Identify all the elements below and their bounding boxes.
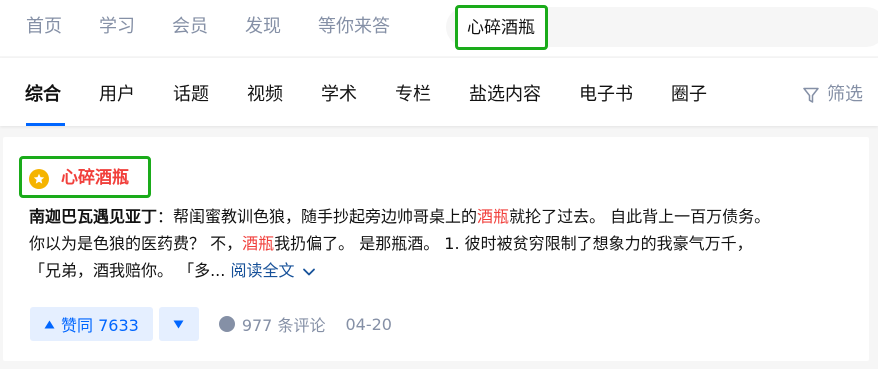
tab-salt-content[interactable]: 盐选内容 — [469, 83, 541, 107]
filter-label: 筛选 — [827, 84, 863, 105]
triangle-down-icon — [173, 320, 184, 328]
keyword-highlight: 酒瓶 — [242, 234, 275, 253]
topnav-vip[interactable]: 会员 — [172, 15, 208, 39]
topnav-discover[interactable]: 发现 — [245, 15, 281, 39]
tab-columns[interactable]: 专栏 — [395, 83, 431, 107]
tab-academic[interactable]: 学术 — [321, 83, 357, 107]
filter-button[interactable]: 筛选 — [803, 83, 863, 107]
search-result-card: 心碎酒瓶 南迦巴瓦遇见亚丁：帮闺蜜教训色狼，随手抄起旁边帅哥桌上的酒瓶就抡了过去… — [3, 137, 869, 361]
tab-topics[interactable]: 话题 — [173, 83, 209, 107]
upvote-label: 赞同 7633 — [61, 316, 139, 335]
result-title[interactable]: 心碎酒瓶 — [61, 167, 129, 189]
search-tabs: 综合 用户 话题 视频 学术 专栏 盐选内容 电子书 圈子 — [25, 83, 745, 107]
star-icon — [29, 169, 49, 189]
top-bar: 首页 学习 会员 发现 等你来答 心碎酒瓶 — [0, 0, 878, 56]
read-more-link[interactable]: 阅读全文 — [230, 261, 315, 280]
excerpt-line: 南迦巴瓦遇见亚丁：帮闺蜜教训色狼，随手抄起旁边帅哥桌上的酒瓶就抡了过去。 自此背… — [29, 203, 849, 230]
comment-count: 977 条评论 — [241, 316, 326, 335]
tab-general[interactable]: 综合 — [25, 83, 61, 107]
chevron-down-icon — [302, 268, 315, 275]
result-actions: 赞同 7633 977 条评论 04-20 — [30, 307, 392, 341]
excerpt-text: 「兄弟，酒我赔你。 「多... — [29, 261, 226, 280]
excerpt-text: 你以为是色狼的医药费？ 不， — [29, 234, 243, 253]
downvote-button[interactable] — [158, 307, 199, 341]
comment-icon — [218, 316, 235, 332]
triangle-up-icon — [44, 320, 55, 328]
tab-circles[interactable]: 圈子 — [671, 83, 707, 107]
tab-users[interactable]: 用户 — [99, 83, 135, 107]
excerpt-text: 帮闺蜜教训色狼，随手抄起旁边帅哥桌上的 — [173, 207, 478, 226]
result-excerpt[interactable]: 南迦巴瓦遇见亚丁：帮闺蜜教训色狼，随手抄起旁边帅哥桌上的酒瓶就抡了过去。 自此背… — [29, 203, 849, 284]
topnav-learn[interactable]: 学习 — [99, 15, 135, 39]
tab-ebooks[interactable]: 电子书 — [579, 83, 633, 107]
excerpt-line: 你以为是色狼的医药费？ 不，酒瓶我扔偏了。 是那瓶酒。 1. 彼时被贫穷限制了想… — [29, 230, 849, 257]
search-input-value[interactable]: 心碎酒瓶 — [467, 17, 535, 39]
comments-button[interactable]: 977 条评论 — [218, 312, 326, 336]
excerpt-line: 「兄弟，酒我赔你。 「多... 阅读全文 — [29, 257, 849, 284]
upvote-button[interactable]: 赞同 7633 — [30, 307, 153, 341]
active-tab-underline — [26, 123, 65, 126]
keyword-highlight: 酒瓶 — [477, 207, 510, 226]
topnav-home[interactable]: 首页 — [26, 15, 62, 39]
topnav-waiting-answers[interactable]: 等你来答 — [318, 15, 390, 39]
read-more-label: 阅读全文 — [230, 261, 295, 280]
post-date: 04-20 — [345, 314, 392, 334]
filter-icon — [803, 87, 819, 103]
author-separator: ： — [157, 207, 174, 226]
tab-videos[interactable]: 视频 — [247, 83, 283, 107]
excerpt-text: 我扔偏了。 是那瓶酒。 1. 彼时被贫穷限制了想象力的我豪气万千， — [274, 234, 753, 253]
search-tab-bar: 综合 用户 话题 视频 学术 专栏 盐选内容 电子书 圈子 筛选 — [0, 58, 878, 126]
top-nav: 首页 学习 会员 发现 等你来答 — [26, 15, 427, 39]
author-name: 南迦巴瓦遇见亚丁 — [29, 207, 158, 226]
excerpt-text: 就抡了过去。 自此背上一百万债务。 — [509, 207, 771, 226]
